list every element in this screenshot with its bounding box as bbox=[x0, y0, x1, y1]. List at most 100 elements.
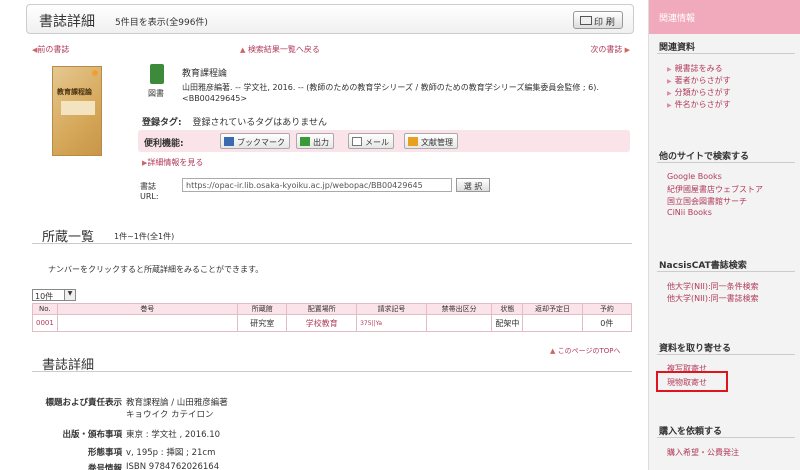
holdings-table: No. 巻号 所蔵館 配置場所 請求記号 禁帯出区分 状態 返却予定日 予約 0… bbox=[32, 303, 633, 332]
cell-location[interactable]: 学校教育 bbox=[286, 314, 358, 332]
table-row: 0001 研究室 学校教育 375||Ya 配架中 0件 bbox=[32, 314, 633, 332]
prev-label: 前の書誌 bbox=[37, 45, 70, 54]
tag-value: 登録されているタグはありません bbox=[192, 118, 327, 128]
reference-manager-button[interactable]: 文献管理 bbox=[404, 133, 458, 149]
book-title: 教育課程論 bbox=[182, 69, 228, 79]
print-label: 印 刷 bbox=[594, 18, 615, 28]
google-books-link[interactable]: Google Books bbox=[667, 172, 722, 181]
holding-number-link[interactable]: 0001 bbox=[32, 314, 58, 332]
result-count: 5件目を表示(全996件) bbox=[115, 18, 208, 28]
bib-key: 巻号情報 bbox=[87, 464, 122, 470]
show-detail-link[interactable]: ▶詳細情報を見る bbox=[142, 157, 203, 168]
output-button[interactable]: 出力 bbox=[296, 133, 334, 149]
col-header: 所蔵館 bbox=[237, 303, 288, 315]
per-page-select[interactable]: 10件 ▼ bbox=[32, 289, 76, 301]
bib-value: 東京 : 学文社 , 2016.10 bbox=[126, 430, 221, 440]
bib-url-label: 書誌URL: bbox=[140, 182, 159, 201]
next-record-link[interactable]: 次の書誌 ▶ bbox=[590, 44, 630, 55]
page-top-link[interactable]: ▲ このページのTOPへ bbox=[550, 346, 621, 356]
output-label: 出力 bbox=[313, 138, 329, 147]
utility-label: 便利機能: bbox=[144, 139, 184, 149]
nacsis-title: NacsisCAT書誌検索 bbox=[659, 261, 747, 271]
print-button[interactable]: 印 刷 bbox=[573, 11, 623, 29]
cover-band bbox=[61, 101, 95, 115]
cinii-books-link[interactable]: CiNii Books bbox=[667, 208, 712, 217]
col-header: 状態 bbox=[491, 303, 524, 315]
tag-row: 登録タグ: 登録されているタグはありません bbox=[142, 115, 327, 128]
col-header: 返却予定日 bbox=[522, 303, 583, 315]
sidebar-link-class[interactable]: ▶ 分類からさがす bbox=[667, 87, 731, 98]
cell-call-number[interactable]: 375||Ya bbox=[356, 314, 427, 332]
printer-icon bbox=[580, 16, 592, 25]
cell-restriction bbox=[425, 314, 493, 332]
sidebar-link-label: 著者からさがす bbox=[674, 76, 731, 85]
bookmark-label: ブックマーク bbox=[237, 138, 285, 147]
call-number-link[interactable]: 375||Ya bbox=[360, 320, 382, 327]
kinokuniya-link[interactable]: 紀伊國屋書店ウェブストア bbox=[667, 184, 763, 195]
bib-key: 標題および責任表示 bbox=[45, 398, 122, 408]
other-sites-title: 他のサイトで検索する bbox=[659, 152, 750, 162]
divider bbox=[657, 437, 795, 438]
back-to-results-link[interactable]: ▲ 検索結果一覧へ戻る bbox=[240, 44, 320, 55]
bib-value: 教育課程論 / 山田雅彦編著 bbox=[126, 398, 228, 408]
right-arrow-icon: ▶ bbox=[667, 102, 672, 109]
cell-reservation: 0件 bbox=[581, 314, 633, 332]
series-badge bbox=[92, 70, 98, 76]
record-nav: ◀前の書誌 ▲ 検索結果一覧へ戻る 次の書誌 ▶ bbox=[32, 44, 630, 56]
select-url-button[interactable]: 選 択 bbox=[456, 178, 490, 192]
purchase-title: 購入を依頼する bbox=[659, 427, 723, 437]
divider bbox=[657, 354, 795, 355]
divider bbox=[657, 271, 795, 272]
mail-label: メール bbox=[365, 138, 389, 147]
sidebar-link-subject[interactable]: ▶ 件名からさがす bbox=[667, 99, 731, 110]
book-icon bbox=[150, 64, 164, 84]
per-page-value: 10件 bbox=[35, 292, 54, 301]
sidebar-link-parent[interactable]: ▶ 親書誌をみる bbox=[667, 63, 723, 74]
holding-number[interactable]: 0001 bbox=[36, 319, 54, 327]
holdings-instruction: ナンバーをクリックすると所蔵詳細をみることができます。 bbox=[48, 265, 264, 274]
col-header: 巻号 bbox=[56, 303, 239, 315]
next-label: 次の書誌 bbox=[590, 45, 623, 54]
show-detail-label: 詳細情報を見る bbox=[147, 158, 204, 167]
bib-key: 形態事項 bbox=[87, 448, 122, 458]
col-header: No. bbox=[32, 303, 58, 315]
up-arrow-icon: ▲ bbox=[550, 347, 556, 355]
cell-volume bbox=[56, 314, 239, 332]
cell-due-date bbox=[522, 314, 583, 332]
order-title: 資料を取り寄せる bbox=[659, 344, 732, 354]
bib-key: 出版・頒布事項 bbox=[62, 430, 122, 440]
sidebar-link-author[interactable]: ▶ 著者からさがす bbox=[667, 75, 731, 86]
material-type: 図書 bbox=[148, 89, 164, 98]
cell-library: 研究室 bbox=[237, 314, 288, 332]
page-title: 書誌詳細 bbox=[39, 14, 95, 30]
bib-value: v, 195p : 挿図 ; 21cm bbox=[126, 448, 216, 458]
main-content: 書誌詳細 5件目を表示(全996件) 印 刷 ◀前の書誌 ▲ 検索結果一覧へ戻る… bbox=[22, 0, 640, 470]
ndl-search-link[interactable]: 国立国会図書館サーチ bbox=[667, 196, 747, 207]
page-header: 書誌詳細 5件目を表示(全996件) 印 刷 bbox=[26, 4, 634, 34]
book-cover[interactable]: 教育課程論 bbox=[52, 66, 102, 156]
bib-value: キョウイク カテイロン bbox=[126, 410, 214, 420]
sidebar-header: 関連情報 bbox=[649, 0, 800, 34]
sidebar-link-label: 親書誌をみる bbox=[674, 64, 723, 73]
table-header-row: No. 巻号 所蔵館 配置場所 請求記号 禁帯出区分 状態 返却予定日 予約 bbox=[32, 303, 633, 315]
reference-manager-label: 文献管理 bbox=[421, 138, 453, 147]
nii-same-record-link[interactable]: 他大学(NII):同一書誌検索 bbox=[667, 293, 759, 304]
purchase-request-link[interactable]: 購入希望・公費発注 bbox=[667, 447, 739, 458]
col-header: 禁帯出区分 bbox=[425, 303, 493, 315]
right-arrow-icon: ▶ bbox=[622, 46, 630, 54]
mail-button[interactable]: メール bbox=[348, 133, 394, 149]
cover-title: 教育課程論 bbox=[57, 87, 92, 96]
location-link[interactable]: 学校教育 bbox=[306, 319, 338, 328]
nii-same-condition-link[interactable]: 他大学(NII):同一条件検索 bbox=[667, 281, 759, 292]
tag-label: 登録タグ: bbox=[142, 118, 182, 128]
bib-url-field[interactable]: https://opac-ir.lib.osaka-kyoiku.ac.jp/w… bbox=[182, 178, 452, 192]
right-arrow-icon: ▶ bbox=[667, 78, 672, 85]
col-header: 配置場所 bbox=[286, 303, 358, 315]
right-arrow-icon: ▶ bbox=[667, 66, 672, 73]
bookmark-button[interactable]: ブックマーク bbox=[220, 133, 290, 149]
bib-value: ISBN 9784762026164 bbox=[126, 462, 220, 470]
prev-record-link[interactable]: ◀前の書誌 bbox=[32, 44, 69, 55]
divider bbox=[657, 53, 795, 54]
output-icon bbox=[300, 137, 310, 146]
sidebar-link-label: 分類からさがす bbox=[674, 88, 731, 97]
